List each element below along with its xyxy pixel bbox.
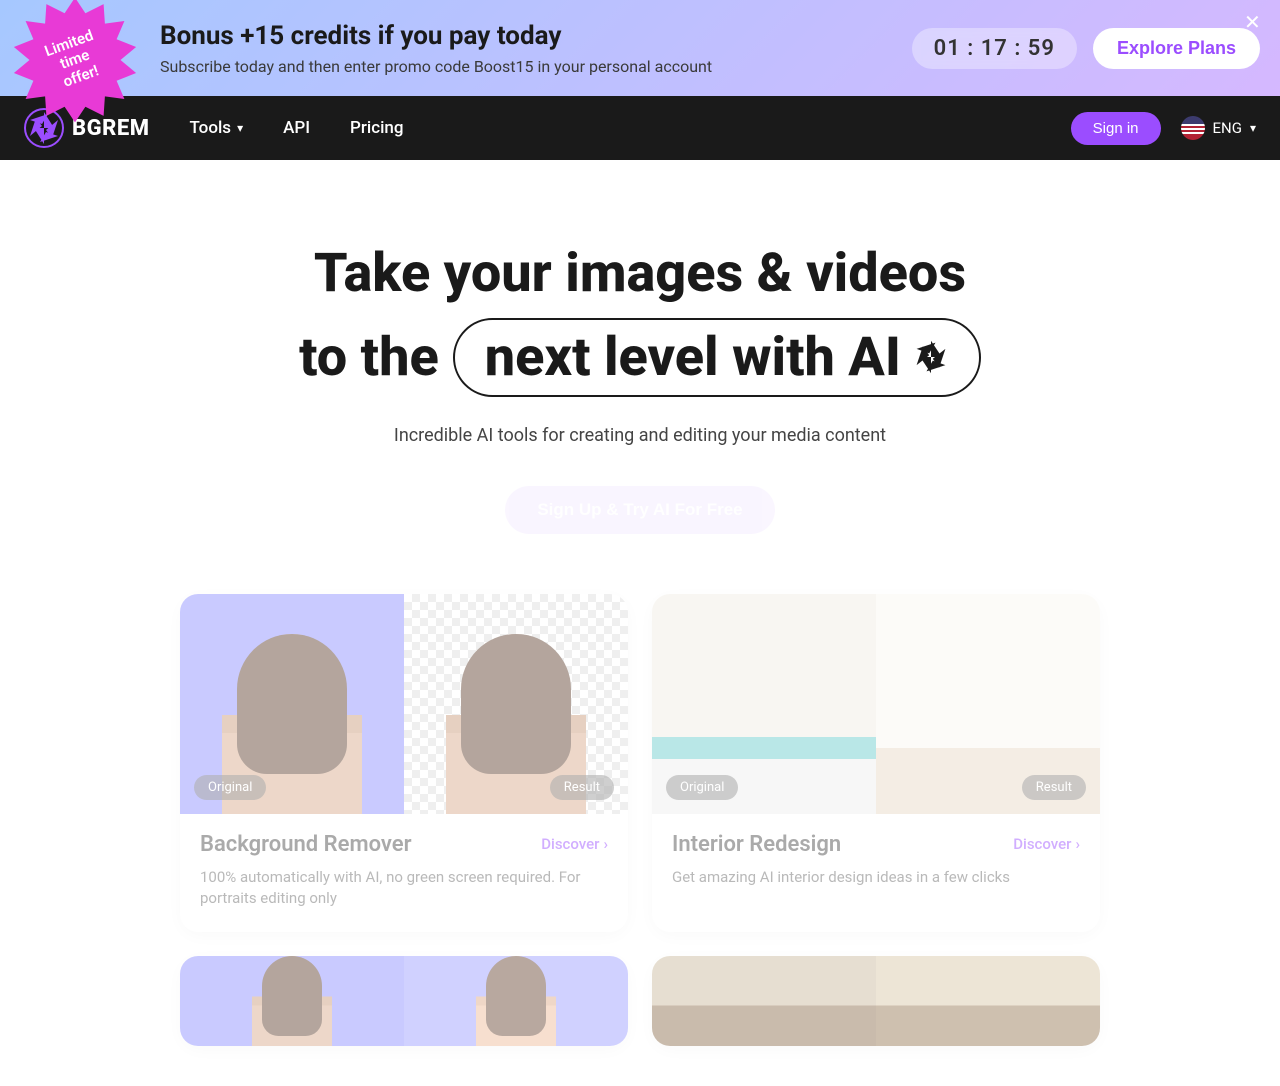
card-partial-4[interactable]: [652, 956, 1100, 1046]
discover-label: Discover: [541, 835, 599, 853]
hero-headline-line2: to the next level with AI: [20, 318, 1260, 397]
nav-pricing[interactable]: Pricing: [350, 118, 404, 138]
nav-links: Tools ▾ API Pricing: [189, 118, 1030, 138]
card-partial-3[interactable]: [180, 956, 628, 1046]
card-head: Interior Redesign Discover ›: [672, 832, 1080, 857]
image-original-half: [652, 956, 876, 1046]
badge-result: Result: [1022, 775, 1086, 800]
signup-cta-button[interactable]: Sign Up & Try AI For Free: [505, 486, 774, 534]
image-original-half: [180, 956, 404, 1046]
card-head: Background Remover Discover ›: [200, 832, 608, 857]
card-title: Background Remover: [200, 832, 412, 857]
person-icon: [252, 956, 332, 1046]
hero-subtitle: Incredible AI tools for creating and edi…: [20, 425, 1260, 446]
card-image: [180, 956, 628, 1046]
card-image: Original Result: [180, 594, 628, 814]
explore-plans-button[interactable]: Explore Plans: [1093, 28, 1260, 69]
countdown-timer: 01 : 17 : 59: [912, 28, 1077, 69]
badge-original: Original: [666, 775, 738, 800]
tool-cards: Original Result Background Remover Disco…: [160, 594, 1120, 1086]
card-body: Background Remover Discover › 100% autom…: [180, 814, 628, 933]
promo-right: 01 : 17 : 59 Explore Plans: [912, 28, 1260, 69]
card-body: Interior Redesign Discover › Get amazing…: [652, 814, 1100, 911]
discover-label: Discover: [1013, 835, 1071, 853]
language-label: ENG: [1213, 119, 1242, 137]
language-selector[interactable]: ENG ▾: [1181, 116, 1256, 140]
hero-headline-line1: Take your images & videos: [20, 240, 1260, 308]
hero-line2-prefix: to the: [299, 326, 439, 389]
chevron-right-icon: ›: [603, 835, 608, 853]
discover-link[interactable]: Discover ›: [541, 835, 608, 853]
chevron-right-icon: ›: [1075, 835, 1080, 853]
card-interior-redesign[interactable]: Original Result Interior Redesign Discov…: [652, 594, 1100, 933]
badge-result: Result: [550, 775, 614, 800]
card-image: Original Result: [652, 594, 1100, 814]
nav-tools[interactable]: Tools ▾: [189, 118, 243, 138]
promo-banner: Limited time offer! Bonus +15 credits if…: [0, 0, 1280, 96]
flag-us-icon: [1181, 116, 1205, 140]
card-title: Interior Redesign: [672, 832, 841, 857]
badge-original: Original: [194, 775, 266, 800]
main-nav: BGREM Tools ▾ API Pricing Sign in ENG ▾: [0, 96, 1280, 160]
nav-right: Sign in ENG ▾: [1071, 112, 1256, 145]
card-description: 100% automatically with AI, no green scr…: [200, 867, 608, 911]
signin-button[interactable]: Sign in: [1071, 112, 1161, 145]
promo-subtitle: Subscribe today and then enter promo cod…: [160, 57, 912, 76]
promo-title: Bonus +15 credits if you pay today: [160, 21, 912, 51]
hero-pill-text: next level with AI: [485, 326, 901, 389]
nav-tools-label: Tools: [189, 118, 231, 138]
card-background-remover[interactable]: Original Result Background Remover Disco…: [180, 594, 628, 933]
aperture-icon: [913, 339, 949, 375]
promo-text-block: Bonus +15 credits if you pay today Subsc…: [160, 21, 912, 76]
hero-pill: next level with AI: [453, 318, 981, 397]
person-icon: [476, 956, 556, 1046]
nav-api[interactable]: API: [283, 118, 310, 138]
close-icon[interactable]: ✕: [1244, 12, 1264, 32]
limited-offer-burst: Limited time offer!: [10, 0, 140, 125]
image-result-half: [876, 956, 1100, 1046]
chevron-down-icon: ▾: [1250, 121, 1256, 135]
image-result-half: [404, 956, 628, 1046]
card-image: [652, 956, 1100, 1046]
chevron-down-icon: ▾: [237, 121, 243, 135]
card-description: Get amazing AI interior design ideas in …: [672, 867, 1080, 889]
hero: Take your images & videos to the next le…: [0, 160, 1280, 574]
discover-link[interactable]: Discover ›: [1013, 835, 1080, 853]
